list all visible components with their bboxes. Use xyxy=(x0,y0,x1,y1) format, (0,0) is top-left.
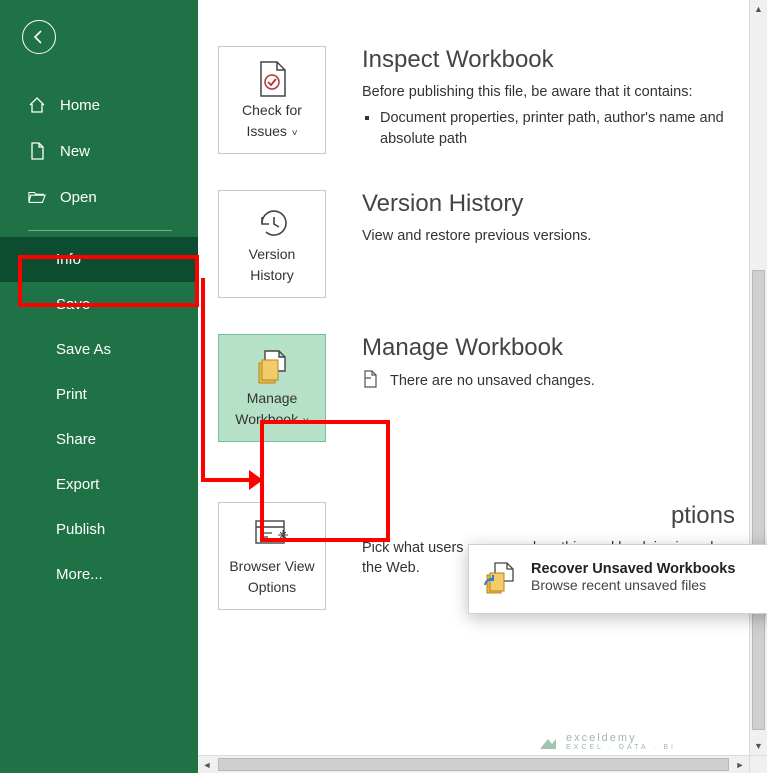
tile-label: Workbook xyxy=(235,411,298,427)
menu-item-recover-unsaved[interactable]: Recover Unsaved Workbooks Browse recent … xyxy=(469,553,767,605)
section-manage: Manage Workbook ˅ Manage Workbook There … xyxy=(198,334,749,442)
sidebar-item-label: Info xyxy=(56,251,81,268)
scroll-track[interactable] xyxy=(216,756,731,773)
manage-workbook-dropdown: Recover Unsaved Workbooks Browse recent … xyxy=(468,544,767,614)
tile-label: Check for xyxy=(242,102,302,118)
scroll-right-button[interactable]: ► xyxy=(731,756,749,773)
section-title: Inspect Workbook xyxy=(362,46,735,74)
version-history-tile[interactable]: Version History xyxy=(218,190,326,298)
backstage-sidebar: Home New Open Info Save Save As Print xyxy=(0,0,198,773)
sidebar-separator xyxy=(28,230,172,231)
scroll-up-button[interactable]: ▲ xyxy=(750,0,767,18)
arrow-left-icon xyxy=(31,29,47,45)
sidebar-item-open[interactable]: Open xyxy=(0,174,198,220)
watermark: exceldemy EXCEL · DATA · BI xyxy=(538,732,676,751)
browser-options-icon xyxy=(254,516,290,554)
status-text: There are no unsaved changes. xyxy=(390,373,595,389)
sidebar-item-label: New xyxy=(60,143,90,160)
recover-workbook-icon xyxy=(483,561,519,597)
chevron-down-icon: ˅ xyxy=(289,128,298,139)
section-version: Version History Version History View and… xyxy=(198,190,749,298)
sidebar-item-label: Print xyxy=(56,386,87,403)
sidebar-item-new[interactable]: New xyxy=(0,128,198,174)
watermark-logo-icon xyxy=(538,733,558,751)
section-text: View and restore previous versions. xyxy=(362,226,735,246)
sidebar-item-label: Publish xyxy=(56,521,105,538)
menu-item-subtitle: Browse recent unsaved files xyxy=(531,577,735,593)
document-small-icon xyxy=(362,370,378,392)
home-icon xyxy=(28,96,46,114)
sidebar-item-publish[interactable]: Publish xyxy=(0,507,198,552)
history-icon xyxy=(254,204,290,242)
tile-label: Version xyxy=(249,246,296,262)
document-check-icon xyxy=(255,60,289,98)
scroll-thumb[interactable] xyxy=(752,270,765,730)
sidebar-item-label: Share xyxy=(56,431,96,448)
scrollbar-corner xyxy=(749,755,767,773)
section-title: Version History xyxy=(362,190,735,218)
tile-label: Issues xyxy=(246,123,286,139)
sidebar-item-save[interactable]: Save xyxy=(0,282,198,327)
sidebar-item-save-as[interactable]: Save As xyxy=(0,327,198,372)
sidebar-item-label: Open xyxy=(60,189,97,206)
scroll-left-button[interactable]: ◄ xyxy=(198,756,216,773)
horizontal-scrollbar[interactable]: ◄ ► xyxy=(198,755,749,773)
watermark-tag: EXCEL · DATA · BI xyxy=(566,744,676,751)
section-intro: Before publishing this file, be aware th… xyxy=(362,82,735,102)
section-title-partial: ptions xyxy=(532,502,735,530)
document-icon xyxy=(28,142,46,160)
scroll-track[interactable] xyxy=(750,18,767,737)
info-pane: Check for Issues ˅ Inspect Workbook Befo… xyxy=(198,0,767,773)
sidebar-item-share[interactable]: Share xyxy=(0,417,198,462)
workbook-icon xyxy=(255,348,289,386)
sidebar-item-label: Save xyxy=(56,296,90,313)
sidebar-item-print[interactable]: Print xyxy=(0,372,198,417)
sidebar-item-label: More... xyxy=(56,566,103,583)
back-button[interactable] xyxy=(22,20,56,54)
tile-label: History xyxy=(250,267,294,283)
bullet-item: Document properties, printer path, autho… xyxy=(380,108,735,150)
sidebar-item-label: Export xyxy=(56,476,99,493)
tile-label: Manage xyxy=(247,390,298,406)
folder-open-icon xyxy=(28,188,46,206)
chevron-down-icon: ˅ xyxy=(300,416,309,427)
sidebar-item-info[interactable]: Info xyxy=(0,237,198,282)
tile-label: Browser View xyxy=(229,558,314,574)
sidebar-item-more[interactable]: More... xyxy=(0,552,198,597)
tile-label: Options xyxy=(248,579,296,595)
scroll-thumb[interactable] xyxy=(218,758,729,771)
sidebar-item-export[interactable]: Export xyxy=(0,462,198,507)
section-inspect: Check for Issues ˅ Inspect Workbook Befo… xyxy=(198,46,749,154)
manage-workbook-tile[interactable]: Manage Workbook ˅ xyxy=(218,334,326,442)
sidebar-item-label: Save As xyxy=(56,341,111,358)
browser-view-options-tile[interactable]: Browser View Options xyxy=(218,502,326,610)
sidebar-item-label: Home xyxy=(60,97,100,114)
watermark-brand: exceldemy xyxy=(566,732,676,744)
scroll-down-button[interactable]: ▼ xyxy=(750,737,767,755)
vertical-scrollbar[interactable]: ▲ ▼ xyxy=(749,0,767,755)
section-title: Manage Workbook xyxy=(362,334,735,362)
check-for-issues-tile[interactable]: Check for Issues ˅ xyxy=(218,46,326,154)
menu-item-title: Recover Unsaved Workbooks xyxy=(531,561,735,577)
sidebar-item-home[interactable]: Home xyxy=(0,82,198,128)
